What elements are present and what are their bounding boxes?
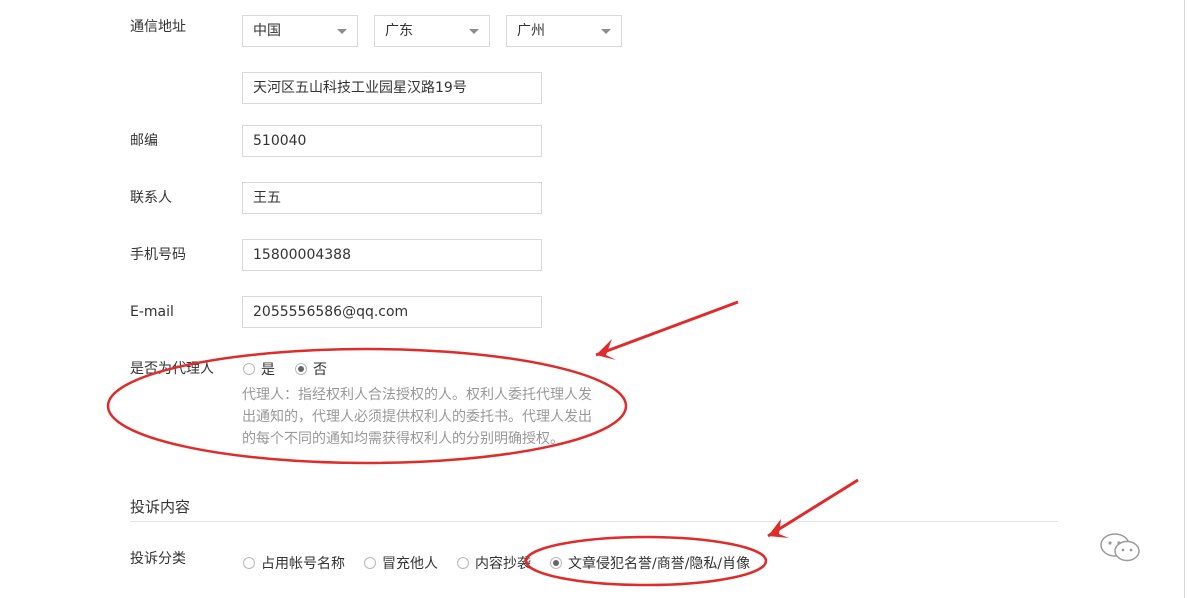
annotation-arrowhead: [768, 519, 789, 538]
annotation-arrow-shaft: [595, 300, 739, 357]
annotation-ellipse-agent: [106, 347, 628, 465]
annotation-ellipse-category: [524, 535, 768, 587]
annotation-arrow-shaft: [767, 478, 859, 538]
annotation-overlay: [106, 300, 859, 587]
wechat-logo-icon: [1100, 533, 1140, 562]
